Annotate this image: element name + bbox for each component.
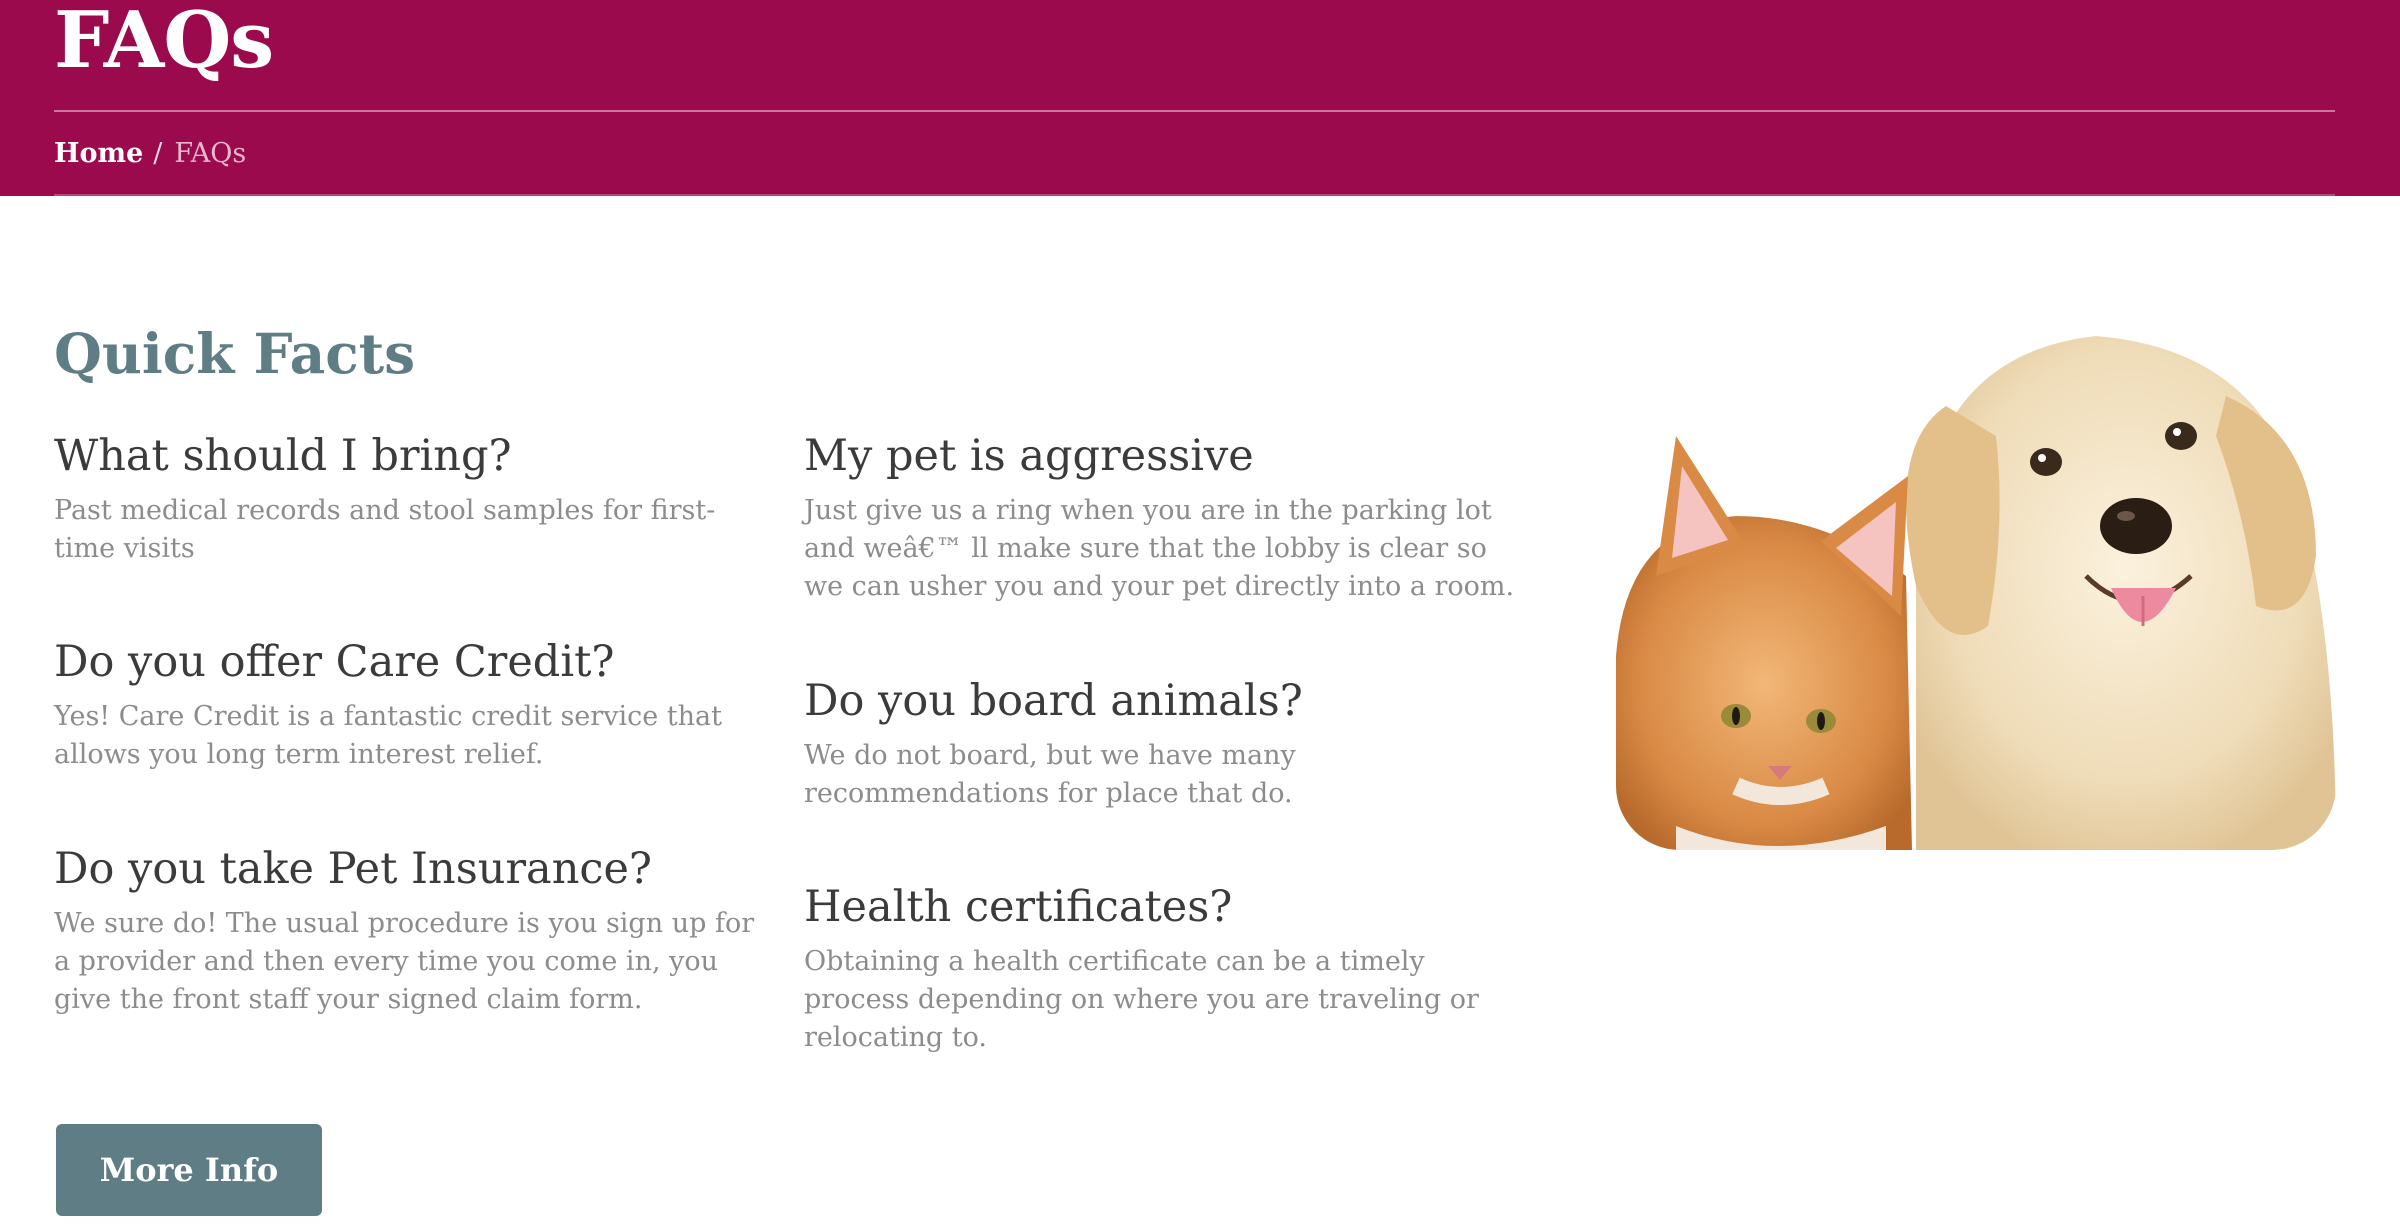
- faq-question: Do you take Pet Insurance?: [54, 844, 652, 894]
- faq-answer: Past medical records and stool samples f…: [54, 495, 716, 564]
- page-title: FAQs: [54, 0, 274, 86]
- more-info-button[interactable]: More Info: [56, 1124, 322, 1216]
- faq-item-care-credit: Do you offer Care Credit? Yes! Care Cred…: [54, 634, 774, 774]
- page-header: FAQs Home / FAQs: [0, 0, 2400, 196]
- faq-item-pet-insurance: Do you take Pet Insurance? We sure do! T…: [54, 841, 774, 1019]
- faq-question: What should I bring?: [54, 431, 512, 481]
- faq-answer: Yes! Care Credit is a fantastic credit s…: [54, 701, 722, 770]
- faq-answer: We sure do! The usual procedure is you s…: [54, 908, 755, 1015]
- faq-question: Do you offer Care Credit?: [54, 637, 615, 687]
- faq-item-boarding: Do you board animals? We do not board, b…: [804, 673, 1524, 813]
- faq-item-health-certificates: Health certificates? Obtaining a health …: [804, 879, 1524, 1057]
- faq-question: My pet is aggressive: [804, 431, 1254, 481]
- section-title: Quick Facts: [54, 321, 416, 386]
- breadcrumb-home-link[interactable]: Home: [54, 138, 143, 169]
- kitten-and-puppy-image: [1616, 326, 2336, 850]
- header-divider: [54, 110, 2335, 112]
- faq-question: Do you board animals?: [804, 676, 1303, 726]
- pets-illustration: [1616, 326, 2336, 850]
- header-bottom-divider: [54, 194, 2335, 196]
- faq-answer: We do not board, but we have many recomm…: [804, 740, 1296, 809]
- faq-item-aggressive-pet: My pet is aggressive Just give us a ring…: [804, 428, 1524, 606]
- faq-question: Health certificates?: [804, 882, 1233, 932]
- breadcrumb-separator: /: [153, 138, 163, 169]
- faq-answer: Just give us a ring when you are in the …: [804, 495, 1515, 602]
- faq-item-what-to-bring: What should I bring? Past medical record…: [54, 428, 774, 568]
- faq-answer: Obtaining a health certificate can be a …: [804, 946, 1479, 1053]
- breadcrumb: Home / FAQs: [54, 136, 246, 172]
- breadcrumb-current: FAQs: [174, 138, 247, 169]
